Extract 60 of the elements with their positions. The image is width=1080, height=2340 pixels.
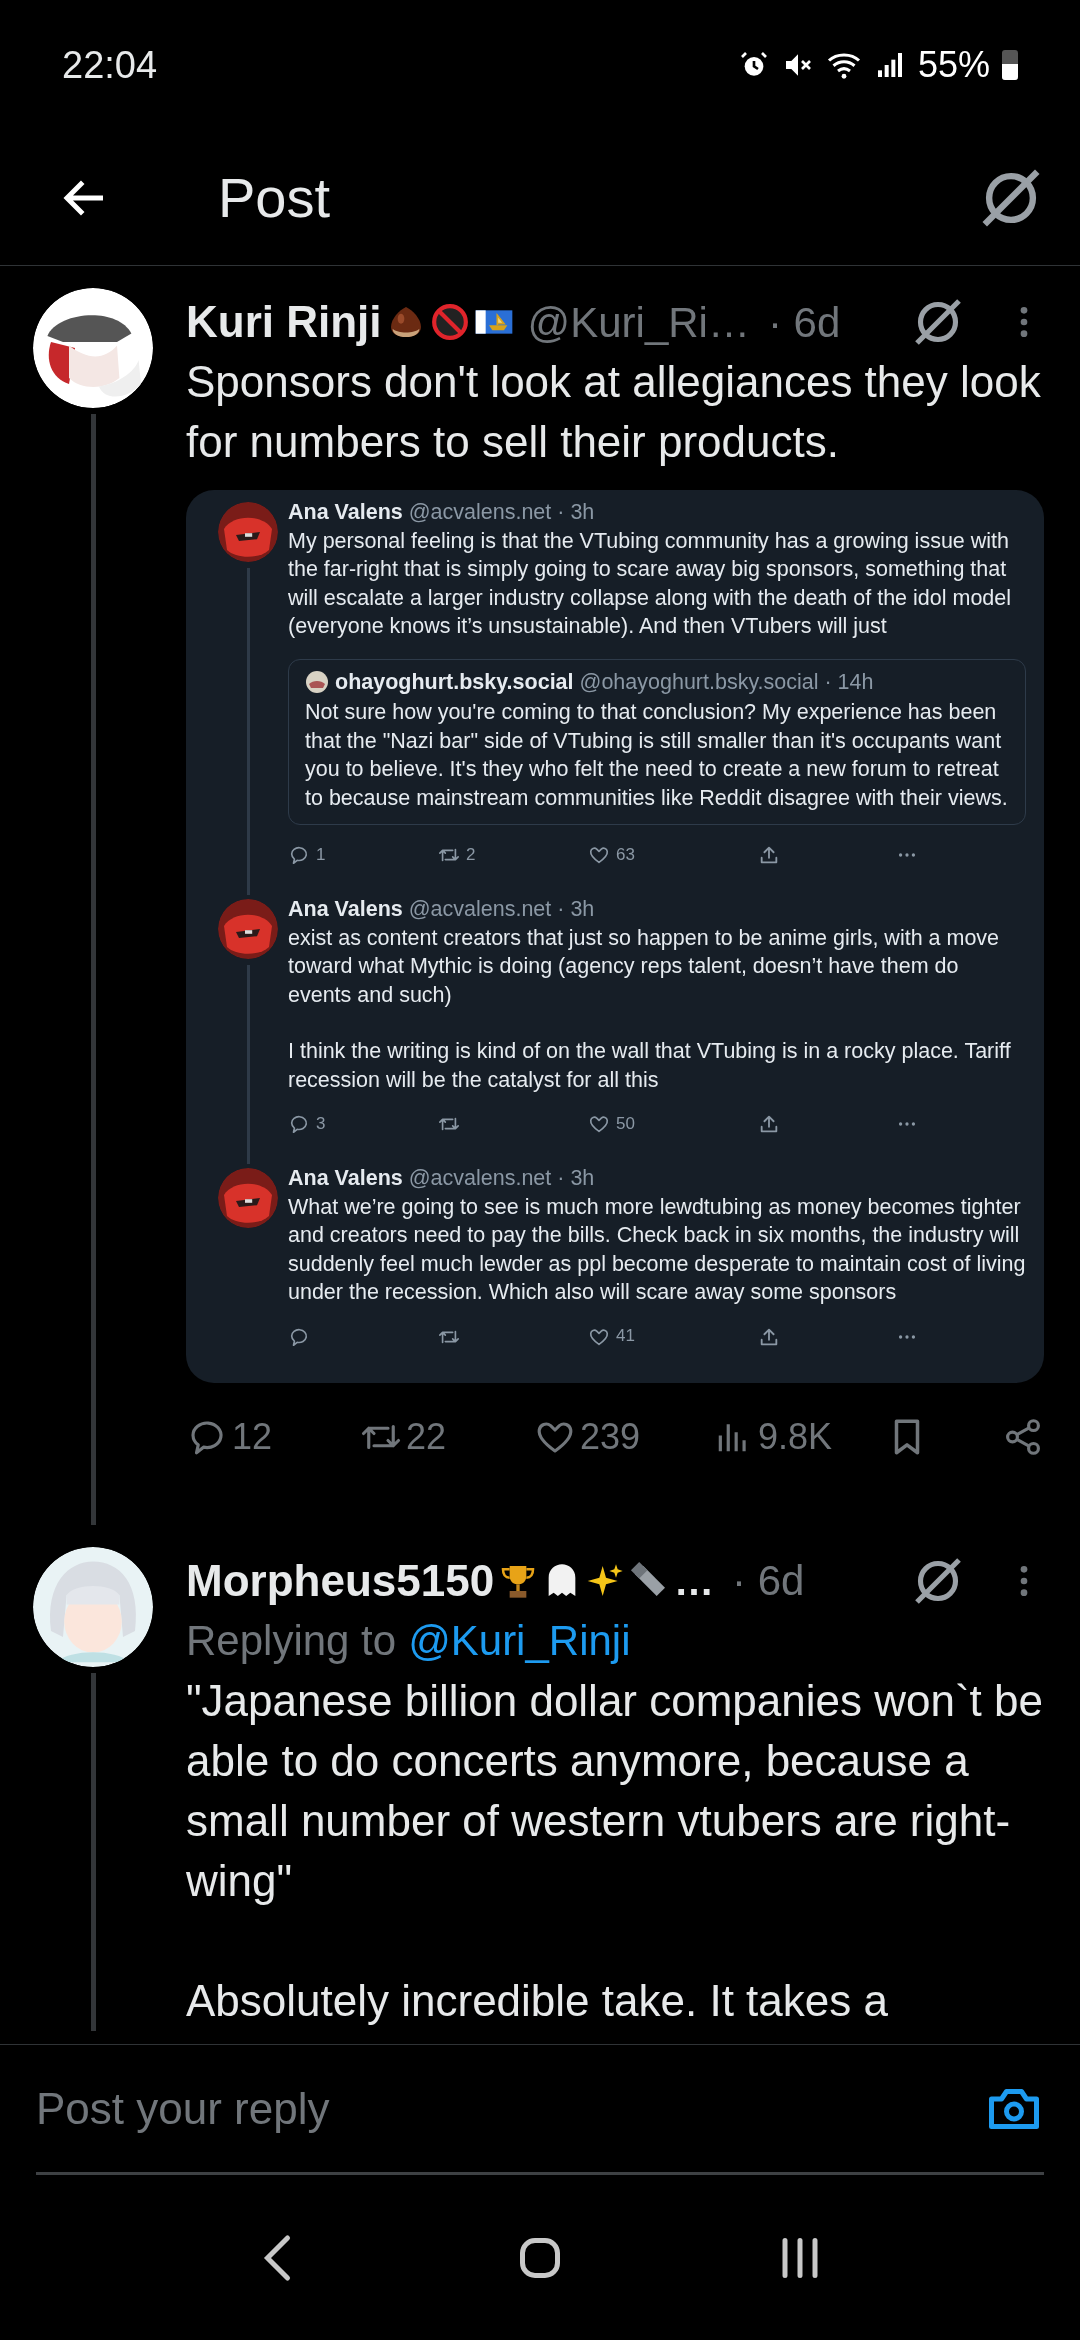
views-button[interactable]: 9.8K	[714, 1409, 880, 1464]
user-handle: @ohayoghurt.bsky.social · 14h	[579, 668, 874, 696]
post-time: · 6d	[732, 1556, 805, 1606]
post-text: exist as content creators that just so happen to be anime girls, with a move toward what Mythic is doing (agency reps talent, doesn’t have them do events and such)	[288, 924, 1001, 1009]
reply-button[interactable]: 12	[186, 1409, 360, 1464]
post-text: Not sure how you're coming to that conclusion? My experience has been that the "Nazi bar" side of VTubing is still smaller than it's occupants want you to believe. It's they who felt the need to create a new forum to retreat to because mainstream communities like Reddit disagree with their views.	[305, 699, 1009, 812]
share-icon[interactable]	[758, 844, 780, 866]
author-name: ohayoghurt.bsky.social	[335, 668, 574, 696]
repost-button[interactable]: 22	[360, 1409, 534, 1464]
reply-icon[interactable]	[288, 1113, 310, 1135]
reply-count: 12	[232, 1414, 273, 1459]
replying-label: Replying to	[186, 1615, 397, 1666]
battery-icon	[1002, 50, 1018, 80]
like-count: 41	[616, 1325, 635, 1348]
view-count: 9.8K	[758, 1414, 833, 1459]
user-handle: @acvalens.net · 3h	[408, 499, 595, 526]
author-name-ellipsis: …	[674, 1557, 715, 1605]
avatar[interactable]	[305, 669, 329, 694]
author-name: Kuri Rinji	[186, 296, 382, 348]
avatar[interactable]	[33, 1546, 153, 1667]
author-name: Ana Valens	[288, 896, 403, 923]
like-count: 239	[580, 1414, 641, 1459]
like-button[interactable]: 41	[588, 1322, 758, 1351]
reply-button[interactable]: 3	[288, 1109, 438, 1139]
post-time: · 6d	[767, 297, 841, 348]
mention-link[interactable]: @Kuri_Rinji	[408, 1610, 631, 1671]
reply-count: 1	[316, 843, 326, 866]
no-under-18-icon	[429, 302, 470, 342]
avatar[interactable]	[33, 288, 153, 408]
like-button[interactable]: 63	[588, 840, 758, 870]
user-handle: @Kuri_Ri…	[527, 297, 750, 348]
like-button[interactable]: 239	[534, 1409, 714, 1464]
post-text: What we’re going to see is much more lewdtubing as money becomes tighter and creators need to pay the bills. Check back in six months, the industry will suddenly feel much lewder as ppl become desperate to maintain cost of living under the recession. Which also will scare away some sponsors	[288, 1193, 1026, 1306]
reply-icon[interactable]	[288, 844, 310, 866]
repost-count: 22	[406, 1414, 447, 1459]
reply-count: 3	[316, 1112, 326, 1135]
author-name: Morpheus5150	[186, 1554, 495, 1607]
reply-input[interactable]: Post your reply	[36, 2075, 984, 2142]
post-text: Absolutely incredible take. It takes a	[186, 1974, 889, 2027]
quote-card[interactable]	[288, 658, 1026, 825]
page-title: Post	[218, 164, 331, 231]
repost-count: 2	[466, 843, 476, 866]
user-handle: @acvalens.net · 3h	[408, 896, 595, 923]
author-name: Ana Valens	[288, 1165, 403, 1192]
post-text: "Japanese billion dollar companies won`t be able to do concerts anymore, because a small number of western vtubers are right-wing"	[186, 1674, 1044, 1907]
like-count: 50	[616, 1112, 635, 1135]
reply-button[interactable]: 1	[288, 840, 438, 870]
battery-percentage: 55%	[917, 43, 990, 87]
like-button[interactable]: 50	[588, 1109, 758, 1139]
like-count: 63	[616, 843, 635, 866]
author-name: Ana Valens	[288, 499, 403, 526]
repost-button[interactable]: 2	[438, 840, 588, 870]
like-icon[interactable]	[588, 1113, 610, 1135]
user-handle: @acvalens.net · 3h	[408, 1165, 595, 1192]
post-text: Sponsors don't look at allegiances they look for numbers to sell their products.	[186, 356, 1042, 468]
like-icon[interactable]	[588, 844, 610, 866]
post-text: My personal feeling is that the VTubing community has a growing issue with the far-right that is simply going to scare away big sponsors, something that will escalate a larger industry collapse along with the death of the idol model (everyone knows it’s unsustainable). And then VTubers will just	[288, 527, 1013, 640]
share-icon[interactable]	[758, 1113, 780, 1135]
post-text: I think the writing is kind of on the wall that VTubing is in a rocky place. Tariff recession will be the catalyst for all this	[288, 1038, 1012, 1094]
clock: 22:04	[62, 42, 158, 88]
